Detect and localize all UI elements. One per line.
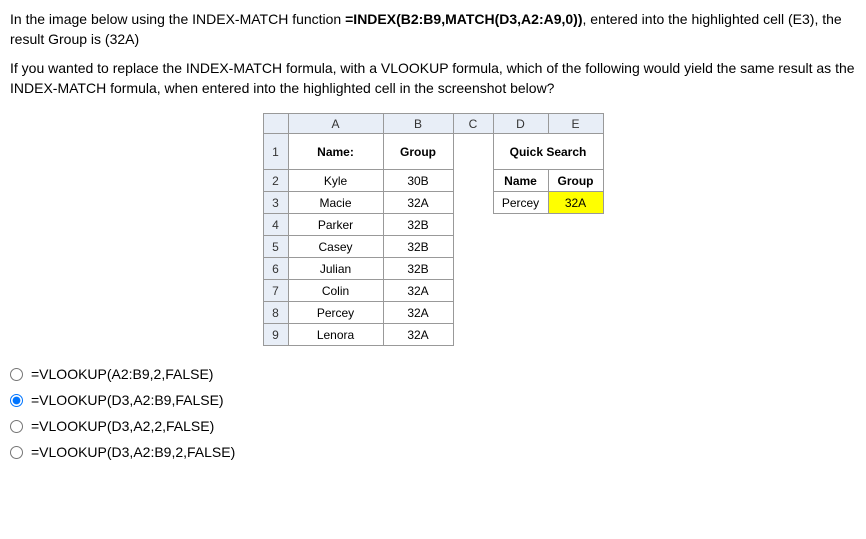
cell-C3[interactable] — [453, 192, 493, 214]
cell-B4[interactable]: 32B — [383, 214, 453, 236]
spreadsheet-grid: A B C D E 1 Name: Group Quick Search 2 K… — [263, 113, 604, 346]
cell-B6[interactable]: 32B — [383, 258, 453, 280]
row-header-9[interactable]: 9 — [263, 324, 288, 346]
col-header-D[interactable]: D — [493, 114, 548, 134]
qs-group-header[interactable]: Group — [548, 170, 603, 192]
cell-C8[interactable] — [453, 302, 493, 324]
cell-E5[interactable] — [548, 236, 603, 258]
answer-option-2: =VLOOKUP(D3,A2:B9,FALSE) — [10, 392, 856, 408]
cell-C2[interactable] — [453, 170, 493, 192]
question-paragraph-2: If you wanted to replace the INDEX-MATCH… — [10, 59, 856, 98]
quick-search-title[interactable]: Quick Search — [493, 134, 603, 170]
cell-C1[interactable] — [453, 134, 493, 170]
cell-D9[interactable] — [493, 324, 548, 346]
cell-A7[interactable]: Colin — [288, 280, 383, 302]
qs-group-value[interactable]: 32A — [548, 192, 603, 214]
label-option-3: =VLOOKUP(D3,A2,2,FALSE) — [31, 418, 214, 434]
cell-D4[interactable] — [493, 214, 548, 236]
qs-name-value[interactable]: Percey — [493, 192, 548, 214]
cell-B7[interactable]: 32A — [383, 280, 453, 302]
cell-E6[interactable] — [548, 258, 603, 280]
cell-A3[interactable]: Macie — [288, 192, 383, 214]
cell-B3[interactable]: 32A — [383, 192, 453, 214]
cell-D8[interactable] — [493, 302, 548, 324]
cell-C5[interactable] — [453, 236, 493, 258]
answer-option-1: =VLOOKUP(A2:B9,2,FALSE) — [10, 366, 856, 382]
cell-B9[interactable]: 32A — [383, 324, 453, 346]
radio-option-1[interactable] — [10, 368, 23, 381]
cell-E8[interactable] — [548, 302, 603, 324]
col-header-E[interactable]: E — [548, 114, 603, 134]
cell-B8[interactable]: 32A — [383, 302, 453, 324]
q1-prefix: In the image below using the INDEX-MATCH… — [10, 11, 345, 27]
label-option-4: =VLOOKUP(D3,A2:B9,2,FALSE) — [31, 444, 235, 460]
cell-C7[interactable] — [453, 280, 493, 302]
row-header-6[interactable]: 6 — [263, 258, 288, 280]
cell-D5[interactable] — [493, 236, 548, 258]
cell-A2[interactable]: Kyle — [288, 170, 383, 192]
qs-name-header[interactable]: Name — [493, 170, 548, 192]
cell-A1[interactable]: Name: — [288, 134, 383, 170]
row-header-5[interactable]: 5 — [263, 236, 288, 258]
cell-D6[interactable] — [493, 258, 548, 280]
cell-A8[interactable]: Percey — [288, 302, 383, 324]
cell-C4[interactable] — [453, 214, 493, 236]
answer-option-3: =VLOOKUP(D3,A2,2,FALSE) — [10, 418, 856, 434]
cell-A5[interactable]: Casey — [288, 236, 383, 258]
answer-option-4: =VLOOKUP(D3,A2:B9,2,FALSE) — [10, 444, 856, 460]
row-header-4[interactable]: 4 — [263, 214, 288, 236]
label-option-1: =VLOOKUP(A2:B9,2,FALSE) — [31, 366, 213, 382]
cell-E4[interactable] — [548, 214, 603, 236]
spreadsheet-container: A B C D E 1 Name: Group Quick Search 2 K… — [10, 113, 856, 346]
row-header-1[interactable]: 1 — [263, 134, 288, 170]
col-header-C[interactable]: C — [453, 114, 493, 134]
row-header-8[interactable]: 8 — [263, 302, 288, 324]
cell-B5[interactable]: 32B — [383, 236, 453, 258]
cell-C9[interactable] — [453, 324, 493, 346]
answer-options-group: =VLOOKUP(A2:B9,2,FALSE) =VLOOKUP(D3,A2:B… — [10, 366, 856, 460]
row-header-7[interactable]: 7 — [263, 280, 288, 302]
cell-A6[interactable]: Julian — [288, 258, 383, 280]
question-paragraph-1: In the image below using the INDEX-MATCH… — [10, 10, 856, 49]
row-header-2[interactable]: 2 — [263, 170, 288, 192]
cell-E7[interactable] — [548, 280, 603, 302]
radio-option-3[interactable] — [10, 420, 23, 433]
cell-E9[interactable] — [548, 324, 603, 346]
row-header-3[interactable]: 3 — [263, 192, 288, 214]
select-all-corner[interactable] — [263, 114, 288, 134]
radio-option-2[interactable] — [10, 394, 23, 407]
cell-D7[interactable] — [493, 280, 548, 302]
label-option-2: =VLOOKUP(D3,A2:B9,FALSE) — [31, 392, 224, 408]
cell-A4[interactable]: Parker — [288, 214, 383, 236]
cell-B1[interactable]: Group — [383, 134, 453, 170]
cell-A9[interactable]: Lenora — [288, 324, 383, 346]
cell-C6[interactable] — [453, 258, 493, 280]
col-header-B[interactable]: B — [383, 114, 453, 134]
radio-option-4[interactable] — [10, 446, 23, 459]
cell-B2[interactable]: 30B — [383, 170, 453, 192]
col-header-A[interactable]: A — [288, 114, 383, 134]
q1-formula: =INDEX(B2:B9,MATCH(D3,A2:A9,0)) — [345, 11, 582, 27]
